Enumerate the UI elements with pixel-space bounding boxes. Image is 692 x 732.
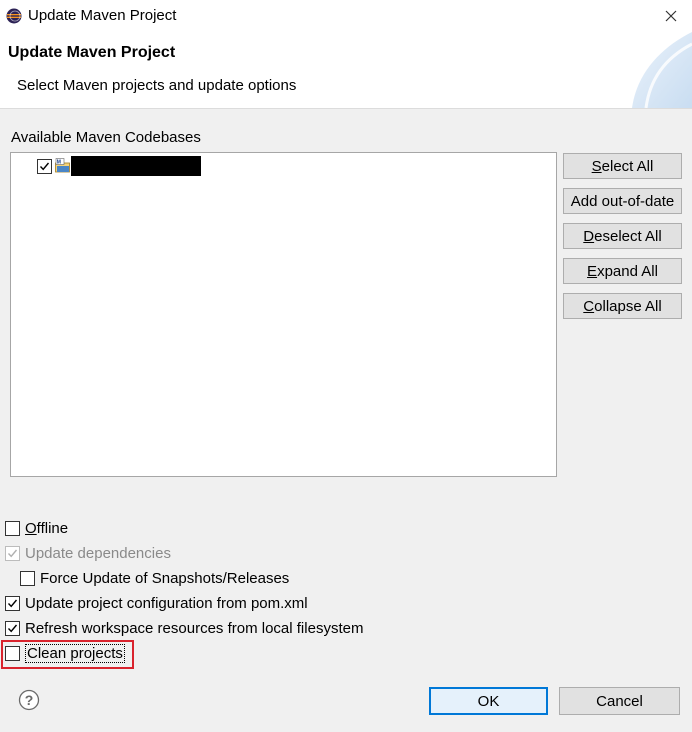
eclipse-icon <box>6 8 22 24</box>
codebases-label: Available Maven Codebases <box>11 129 201 146</box>
clean-projects-label: Clean projects <box>25 643 125 663</box>
expand-all-label: xpand All <box>597 262 658 280</box>
checkmark-icon <box>7 549 18 557</box>
offline-label: Offline <box>25 520 68 537</box>
tree-item-checkbox[interactable] <box>37 158 52 174</box>
checkmark-icon <box>7 599 18 607</box>
header-title: Update Maven Project <box>8 44 176 61</box>
refresh-workspace-option[interactable]: Refresh workspace resources from local f… <box>5 618 363 638</box>
force-update-option[interactable]: Force Update of Snapshots/Releases <box>20 568 289 588</box>
expand-all-button[interactable]: Expand All <box>563 258 682 284</box>
offline-checkbox[interactable] <box>5 520 20 536</box>
update-dependencies-option: Update dependencies <box>5 543 171 563</box>
force-update-label: Force Update of Snapshots/Releases <box>40 569 290 587</box>
update-config-option[interactable]: Update project configuration from pom.xm… <box>5 593 308 613</box>
offline-mnemonic: O <box>25 519 37 537</box>
refresh-workspace-label: Refresh workspace resources from local f… <box>25 619 364 637</box>
deselect-all-mnemonic: D <box>583 227 595 245</box>
add-out-of-date-label: Add out-of-date <box>570 192 675 210</box>
offline-label-rest: ffline <box>36 519 69 537</box>
checkmark-icon <box>7 624 18 632</box>
select-all-mnemonic: S <box>591 157 602 175</box>
window-title: Update Maven Project <box>28 7 177 24</box>
maven-project-folder-icon: M <box>55 158 70 173</box>
deselect-all-button[interactable]: Deselect All <box>563 223 682 249</box>
update-config-label: Update project configuration from pom.xm… <box>25 594 308 612</box>
refresh-workspace-checkbox[interactable] <box>5 620 20 636</box>
collapse-all-button[interactable]: Collapse All <box>563 293 682 319</box>
close-icon <box>665 10 677 22</box>
svg-text:?: ? <box>25 692 34 708</box>
expand-all-mnemonic: E <box>587 262 598 280</box>
force-update-checkbox[interactable] <box>20 570 35 586</box>
window-titlebar: Update Maven Project <box>0 0 692 32</box>
offline-option[interactable]: Offline <box>5 518 68 538</box>
deselect-all-label: eselect All <box>594 227 662 245</box>
collapse-all-mnemonic: C <box>583 297 595 315</box>
tree-item[interactable]: M <box>37 156 201 176</box>
ok-button[interactable]: OK <box>429 687 548 715</box>
clean-projects-checkbox[interactable] <box>5 645 20 661</box>
update-dependencies-label: Update dependencies <box>25 544 171 562</box>
svg-text:M: M <box>57 160 61 166</box>
help-icon[interactable]: ? <box>18 689 40 711</box>
clean-projects-option[interactable]: Clean projects <box>5 643 125 663</box>
collapse-all-label: ollapse All <box>594 297 662 315</box>
select-all-label: elect All <box>601 157 654 175</box>
checkmark-icon <box>39 162 50 170</box>
banner-art-icon <box>632 32 692 108</box>
select-all-button[interactable]: Select All <box>563 153 682 179</box>
cancel-button[interactable]: Cancel <box>559 687 680 715</box>
codebases-tree[interactable]: M <box>10 152 557 477</box>
add-out-of-date-button[interactable]: Add out-of-date <box>563 188 682 214</box>
update-config-checkbox[interactable] <box>5 595 20 611</box>
update-dependencies-checkbox <box>5 545 20 561</box>
header-subtitle: Select Maven projects and update options <box>17 77 297 94</box>
redacted-project-name <box>71 156 201 176</box>
close-button[interactable] <box>658 4 684 28</box>
dialog-header: Update Maven Project Select Maven projec… <box>0 32 692 109</box>
